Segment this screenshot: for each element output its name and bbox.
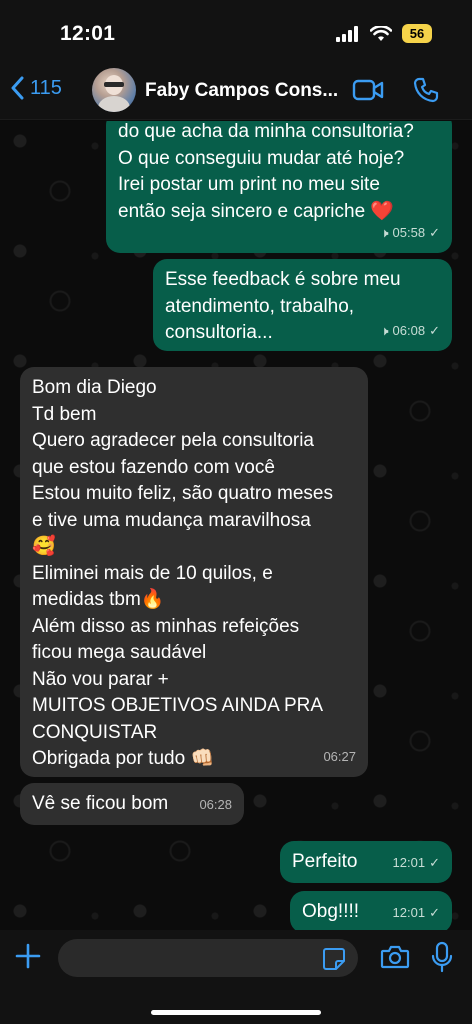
chat-messages[interactable]: do que acha da minha consultoria? O que … — [0, 121, 472, 930]
speaker-icon: 🕨 — [380, 224, 389, 240]
status-bar: 12:01 56 — [0, 0, 472, 62]
message-meta: 06:27 — [323, 744, 356, 771]
message-outgoing[interactable]: do que acha da minha consultoria? O que … — [106, 121, 452, 253]
read-check-icon: ✓ — [429, 904, 440, 920]
contact-name[interactable]: Faby Campos Cons... — [145, 80, 340, 102]
camera-icon — [380, 945, 410, 969]
battery-indicator: 56 — [402, 24, 432, 43]
unread-count: 115 — [30, 76, 62, 99]
message-time: 05:58 — [392, 224, 426, 240]
message-meta: 🕨 05:58 ✓ — [380, 220, 440, 247]
wifi-icon — [370, 25, 392, 41]
sticker-icon — [323, 948, 345, 970]
video-camera-icon — [352, 79, 384, 101]
message-text: Bom dia Diego Td bem Quero agradecer pel… — [32, 377, 333, 769]
status-icons: 56 — [336, 24, 432, 43]
back-button[interactable]: 115 — [10, 76, 62, 100]
message-time: 12:01 — [392, 904, 426, 920]
home-indicator[interactable] — [151, 1010, 321, 1015]
status-time: 12:01 — [60, 22, 116, 45]
microphone-button[interactable] — [430, 941, 454, 978]
message-time: 06:28 — [199, 796, 232, 812]
chevron-left-icon — [11, 76, 24, 100]
message-outgoing[interactable]: Esse feedback é sobre meu atendimento, t… — [153, 259, 452, 351]
phone-icon — [413, 77, 439, 103]
message-incoming[interactable]: Bom dia Diego Td bem Quero agradecer pel… — [20, 367, 368, 777]
read-check-icon: ✓ — [429, 322, 440, 338]
plus-icon — [15, 943, 41, 969]
contact-avatar[interactable] — [92, 68, 136, 112]
message-meta: 🕨 06:08 ✓ — [380, 318, 440, 345]
sticker-button[interactable] — [322, 947, 346, 976]
voice-call-button[interactable] — [412, 76, 440, 109]
microphone-icon — [431, 941, 453, 973]
attach-button[interactable] — [14, 942, 42, 975]
message-meta: 12:01 ✓ — [393, 850, 440, 877]
message-time: 06:08 — [392, 322, 426, 338]
message-meta: 06:28 — [199, 792, 232, 819]
signal-icon — [336, 25, 358, 42]
avatar-photo — [98, 75, 130, 112]
message-input[interactable] — [58, 939, 358, 977]
message-incoming[interactable]: Vê se ficou bom 06:28 — [20, 783, 244, 825]
read-check-icon: ✓ — [429, 854, 440, 870]
message-meta: 12:01 ✓ — [393, 900, 440, 927]
message-text: do que acha da minha consultoria? O que … — [118, 121, 414, 222]
message-time: 06:27 — [323, 748, 356, 764]
message-outgoing[interactable]: Obg!!!! 12:01 ✓ — [290, 891, 452, 930]
message-time: 12:01 — [392, 854, 426, 870]
video-call-button[interactable] — [352, 78, 384, 107]
camera-button[interactable] — [380, 944, 410, 975]
chat-header: 115 Faby Campos Cons... — [0, 62, 472, 120]
composer-bar — [0, 930, 472, 1024]
read-check-icon: ✓ — [429, 224, 440, 240]
message-outgoing[interactable]: Perfeito 12:01 ✓ — [280, 841, 452, 883]
speaker-icon: 🕨 — [380, 322, 389, 338]
